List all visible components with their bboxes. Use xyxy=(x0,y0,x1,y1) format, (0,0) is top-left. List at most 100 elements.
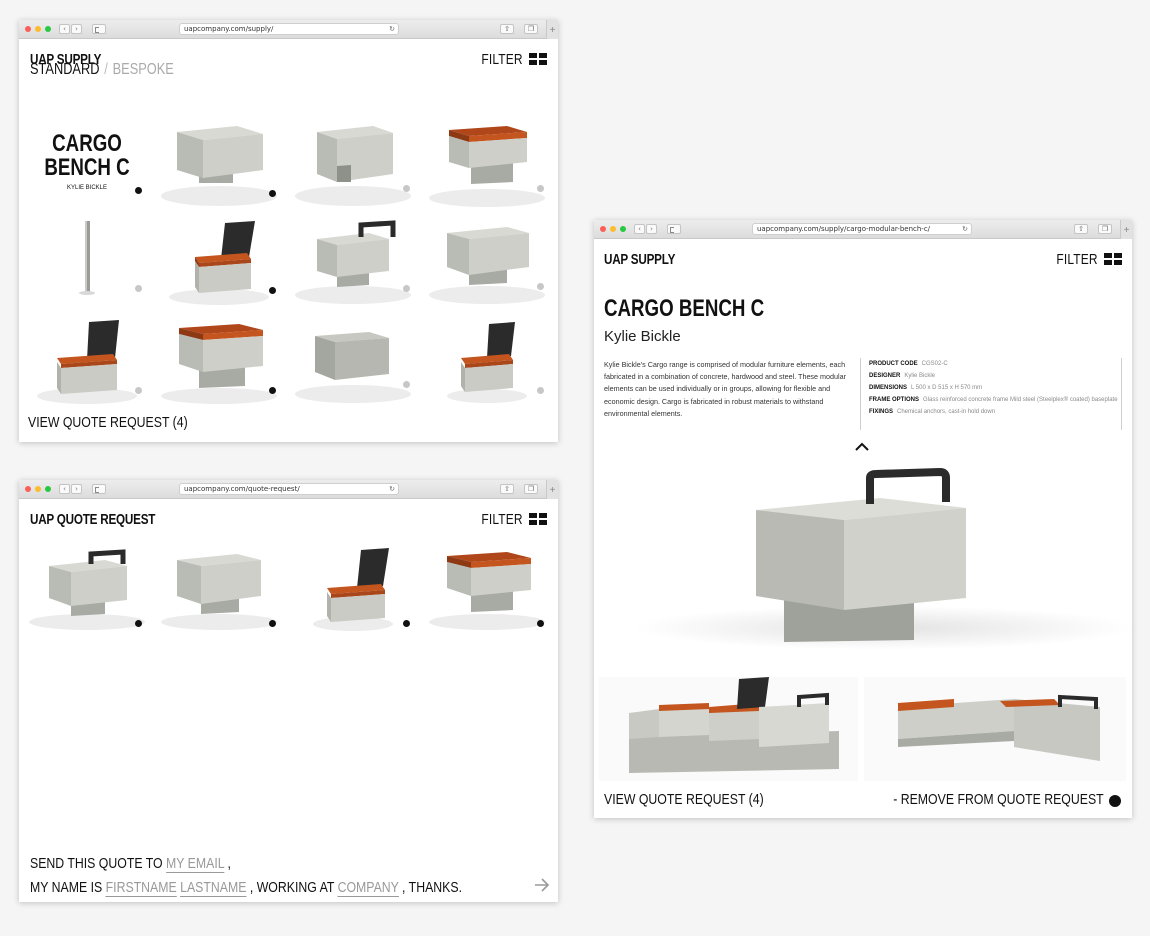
arrow-right-icon[interactable] xyxy=(534,878,550,892)
new-tab-icon[interactable]: + xyxy=(546,20,558,39)
browser-toolbar: ‹ › uapcompany.com/supply/ ↻ ⇧ ❐ + xyxy=(19,20,558,39)
working-at-label: , WORKING AT xyxy=(249,879,335,896)
mesh-chair-image xyxy=(313,548,393,631)
forward-icon[interactable]: › xyxy=(71,484,82,494)
selected-indicator[interactable] xyxy=(269,620,276,627)
url-bar[interactable]: uapcompany.com/quote-request/ ↻ xyxy=(179,483,399,495)
filter-button[interactable]: FILTER xyxy=(482,51,523,68)
firstname-field[interactable]: FIRSTNAME xyxy=(105,879,177,897)
low-concrete-block-image xyxy=(295,332,411,403)
url-text: uapcompany.com/supply/ xyxy=(184,25,274,33)
close-window-icon[interactable] xyxy=(25,26,31,32)
product-tile[interactable] xyxy=(289,118,417,210)
quote-item-tile[interactable] xyxy=(23,540,151,632)
thanks-label: , THANKS. xyxy=(402,879,462,896)
product-group-image-2 xyxy=(864,677,1126,781)
sidebar-icon[interactable] xyxy=(667,224,681,234)
selected-indicator[interactable] xyxy=(1109,795,1121,807)
grid-view-icon[interactable] xyxy=(529,53,547,66)
email-field[interactable]: MY EMAIL xyxy=(166,855,225,873)
quote-item-tile[interactable] xyxy=(155,540,283,632)
chevron-up-icon[interactable] xyxy=(854,442,870,452)
unselected-indicator[interactable] xyxy=(403,185,410,192)
tab-bespoke[interactable]: BESPOKE xyxy=(113,61,174,78)
new-tab-icon[interactable]: + xyxy=(1120,220,1132,239)
unselected-indicator[interactable] xyxy=(135,387,142,394)
product-tile[interactable] xyxy=(155,118,283,210)
grid-view-icon[interactable] xyxy=(529,513,547,526)
url-bar[interactable]: uapcompany.com/supply/ ↻ xyxy=(179,23,399,35)
lastname-field[interactable]: LASTNAME xyxy=(180,879,247,897)
filter-button[interactable]: FILTER xyxy=(1057,251,1098,268)
minimize-window-icon[interactable] xyxy=(35,486,41,492)
product-tile[interactable] xyxy=(23,215,151,307)
remove-from-quote-button[interactable]: - REMOVE FROM QUOTE REQUEST xyxy=(894,791,1104,808)
new-tab-icon[interactable]: + xyxy=(546,480,558,499)
site-logo[interactable]: UAP QUOTE REQUEST xyxy=(30,511,155,528)
sidebar-icon[interactable] xyxy=(92,24,106,34)
unselected-indicator[interactable] xyxy=(537,387,544,394)
reload-icon[interactable]: ↻ xyxy=(962,224,968,234)
selected-indicator[interactable] xyxy=(135,620,142,627)
unselected-indicator[interactable] xyxy=(403,285,410,292)
spec-row: FIXINGS Chemical anchors, cast-in hold do… xyxy=(869,406,1118,418)
unselected-indicator[interactable] xyxy=(537,283,544,290)
product-tile[interactable] xyxy=(155,215,283,307)
product-tile[interactable] xyxy=(423,314,551,406)
zoom-window-icon[interactable] xyxy=(45,486,51,492)
product-tile[interactable] xyxy=(423,215,551,307)
minimize-window-icon[interactable] xyxy=(610,226,616,232)
quote-form: SEND THIS QUOTE TO MY EMAIL , MY NAME IS… xyxy=(30,852,462,900)
selected-indicator[interactable] xyxy=(135,187,142,194)
unselected-indicator[interactable] xyxy=(135,285,142,292)
spec-label: FIXINGS xyxy=(869,409,894,415)
sidebar-icon[interactable] xyxy=(92,484,106,494)
tab-separator: / xyxy=(104,61,108,78)
product-tile[interactable] xyxy=(423,118,551,210)
unselected-indicator[interactable] xyxy=(403,381,410,388)
forward-icon[interactable]: › xyxy=(646,224,657,234)
close-window-icon[interactable] xyxy=(25,486,31,492)
zoom-window-icon[interactable] xyxy=(620,226,626,232)
tabs-icon[interactable]: ❐ xyxy=(1098,224,1112,234)
selected-indicator[interactable] xyxy=(269,190,276,197)
reload-icon[interactable]: ↻ xyxy=(389,24,395,34)
product-tile[interactable] xyxy=(23,314,151,406)
product-tile[interactable] xyxy=(155,314,283,406)
zoom-window-icon[interactable] xyxy=(45,26,51,32)
share-icon[interactable]: ⇧ xyxy=(500,24,514,34)
view-quote-request-link[interactable]: VIEW QUOTE REQUEST (4) xyxy=(604,791,764,808)
unselected-indicator[interactable] xyxy=(537,185,544,192)
selected-indicator[interactable] xyxy=(269,287,276,294)
tabs-icon[interactable]: ❐ xyxy=(524,484,538,494)
featured-product-tile[interactable]: CARGO BENCH C KYLIE BICKLE xyxy=(23,118,151,210)
forward-icon[interactable]: › xyxy=(71,24,82,34)
minimize-window-icon[interactable] xyxy=(35,26,41,32)
bollard-image xyxy=(79,221,95,295)
back-icon[interactable]: ‹ xyxy=(59,484,70,494)
back-icon[interactable]: ‹ xyxy=(634,224,645,234)
view-quote-request-link[interactable]: VIEW QUOTE REQUEST (4) xyxy=(28,414,188,431)
back-icon[interactable]: ‹ xyxy=(59,24,70,34)
product-tile[interactable] xyxy=(289,314,417,406)
share-icon[interactable]: ⇧ xyxy=(500,484,514,494)
close-window-icon[interactable] xyxy=(600,226,606,232)
tabs-icon[interactable]: ❐ xyxy=(524,24,538,34)
reload-icon[interactable]: ↻ xyxy=(389,484,395,494)
tab-standard[interactable]: STANDARD xyxy=(30,61,99,78)
concrete-block-image xyxy=(161,554,277,630)
selected-indicator[interactable] xyxy=(403,620,410,627)
mesh-chair-image xyxy=(37,320,137,404)
filter-button[interactable]: FILTER xyxy=(482,511,523,528)
browser-window-supply: ‹ › uapcompany.com/supply/ ↻ ⇧ ❐ + UAP S… xyxy=(19,20,558,442)
quote-item-tile[interactable] xyxy=(289,540,417,632)
url-bar[interactable]: uapcompany.com/supply/cargo-modular-benc… xyxy=(752,223,972,235)
product-tile[interactable] xyxy=(289,215,417,307)
quote-item-tile[interactable] xyxy=(423,540,551,632)
share-icon[interactable]: ⇧ xyxy=(1074,224,1088,234)
grid-view-icon[interactable] xyxy=(1104,253,1122,266)
selected-indicator[interactable] xyxy=(269,387,276,394)
selected-indicator[interactable] xyxy=(537,620,544,627)
company-field[interactable]: COMPANY xyxy=(337,879,399,897)
site-logo[interactable]: UAP SUPPLY xyxy=(604,251,675,268)
